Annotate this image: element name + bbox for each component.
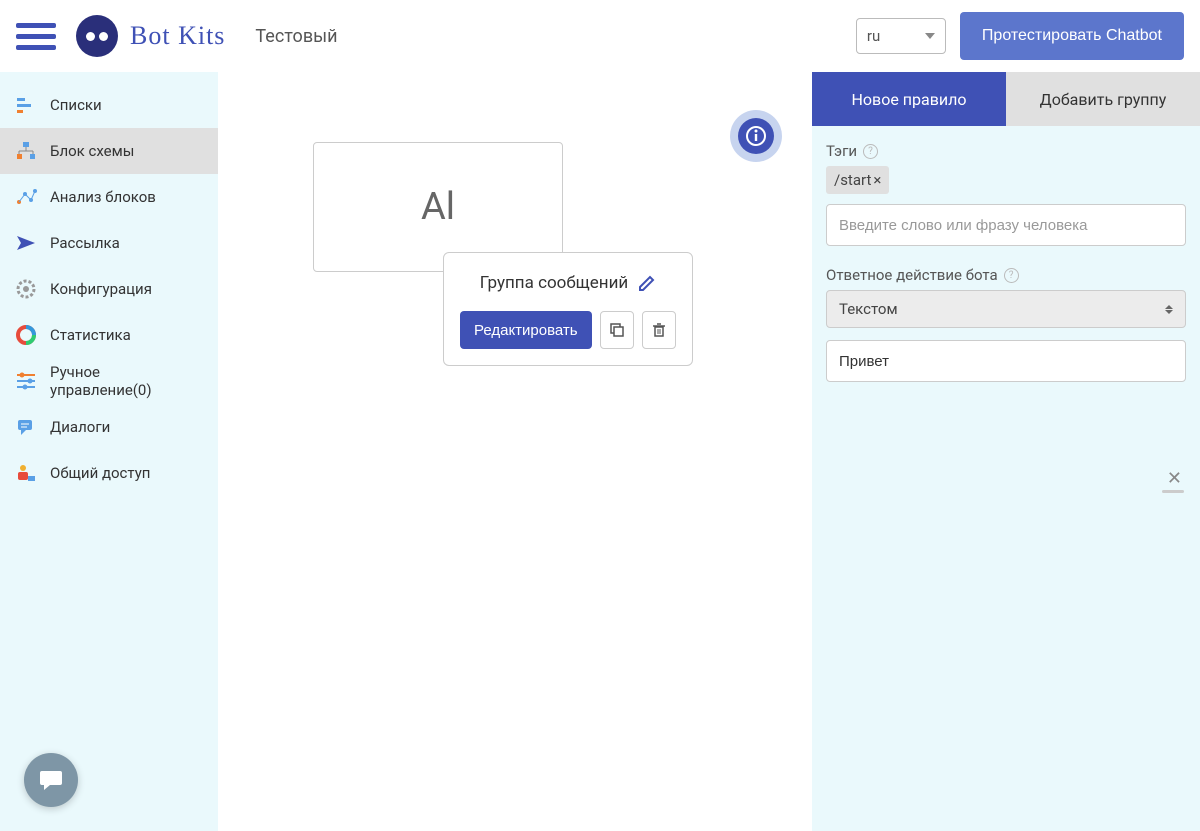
chevron-down-icon [925,33,935,39]
copy-icon [608,321,626,339]
logo[interactable]: Bot Kits [76,15,225,57]
sidebar-item-label: Списки [50,96,102,114]
language-select[interactable]: ru [856,18,946,54]
language-value: ru [867,27,880,45]
sidebar-item-label: Диалоги [50,418,110,436]
info-icon [738,118,774,154]
tab-new-rule[interactable]: Новое правило [812,72,1006,126]
sidebar-item-dialogs[interactable]: Диалоги [0,404,218,450]
sidebar-item-label: Общий доступ [50,464,150,482]
copy-button[interactable] [600,311,634,349]
bot-logo-icon [76,15,118,57]
tag-text: /start [834,171,871,189]
drag-handle-icon[interactable] [1162,490,1184,493]
group-title: Группа сообщений [480,273,629,293]
edit-button[interactable]: Редактировать [460,311,592,349]
sidebar-item-broadcast[interactable]: Рассылка [0,220,218,266]
tab-add-group[interactable]: Добавить группу [1006,72,1200,126]
broadcast-icon [14,231,38,255]
phrase-input[interactable] [826,204,1186,246]
sidebar-item-lists[interactable]: Списки [0,82,218,128]
sidebar: Списки Блок схемы Анализ блоков Рассылка… [0,72,218,831]
tag-chip[interactable]: /start× [826,166,889,194]
sidebar-item-label: Конфигурация [50,280,152,298]
test-chatbot-button[interactable]: Протестировать Chatbot [960,12,1184,60]
sidebar-item-label: Ручное управление(0) [50,363,204,399]
response-label: Ответное действие бота ? [826,266,1186,284]
sliders-icon [14,369,38,393]
chat-fab[interactable] [24,753,78,807]
analysis-icon [14,185,38,209]
delete-button[interactable] [642,311,676,349]
project-name: Тестовый [255,26,337,47]
sidebar-item-label: Анализ блоков [50,188,156,206]
help-icon[interactable]: ? [863,144,878,159]
chat-icon [38,767,64,793]
sidebar-item-manual-control[interactable]: Ручное управление(0) [0,358,218,404]
logo-text: Bot Kits [130,21,225,51]
sidebar-item-sharing[interactable]: Общий доступ [0,450,218,496]
tag-remove-icon[interactable]: × [873,171,881,189]
block-schemes-icon [14,139,38,163]
right-panel: Новое правило Добавить группу Тэги ? /st… [812,72,1200,831]
sidebar-item-configuration[interactable]: Конфигурация [0,266,218,312]
tags-label: Тэги ? [826,142,1186,160]
sidebar-item-label: Рассылка [50,234,120,252]
response-type-select[interactable]: Текстом [826,290,1186,328]
lists-icon [14,93,38,117]
close-icon[interactable]: ✕ [1167,468,1182,489]
message-group-block[interactable]: Группа сообщений Редактировать [443,252,693,366]
hamburger-menu[interactable] [16,16,56,56]
select-value: Текстом [839,300,898,318]
dialogs-icon [14,415,38,439]
statistics-icon [14,323,38,347]
canvas[interactable]: Al Группа сообщений Редактировать [218,72,812,831]
sidebar-item-label: Блок схемы [50,142,134,160]
sidebar-item-label: Статистика [50,326,131,344]
sharing-icon [14,461,38,485]
trash-icon [650,321,668,339]
info-button[interactable] [730,110,782,162]
sidebar-item-block-schemes[interactable]: Блок схемы [0,128,218,174]
select-caret-icon [1165,305,1173,314]
sidebar-item-statistics[interactable]: Статистика [0,312,218,358]
sidebar-item-block-analysis[interactable]: Анализ блоков [0,174,218,220]
help-icon[interactable]: ? [1004,268,1019,283]
pencil-icon[interactable] [638,274,656,292]
response-value-input[interactable] [826,340,1186,382]
gear-icon [14,277,38,301]
